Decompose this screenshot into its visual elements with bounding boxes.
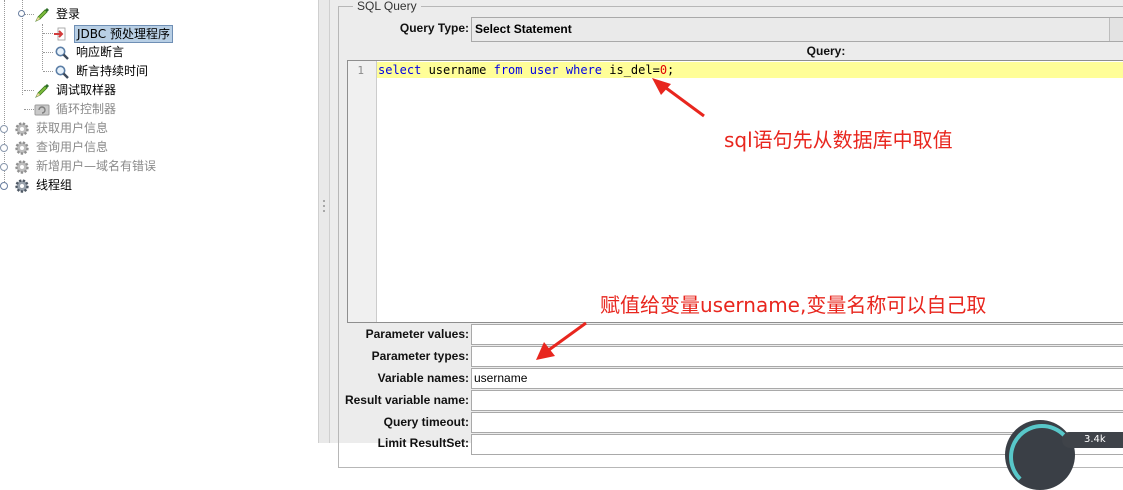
magnifier-icon (55, 46, 69, 60)
pencil-icon (35, 8, 49, 22)
sql-query-group-title: SQL Query (353, 0, 421, 13)
limit-resultset-label: Limit ResultSet: (377, 436, 469, 450)
tree-node-label: 登录 (56, 7, 81, 21)
expand-toggle-icon[interactable] (0, 163, 8, 171)
floating-widget-counter: 3.4k (1062, 432, 1123, 448)
tree-node-thread-group[interactable]: 线程组 (0, 176, 300, 195)
chevron-down-icon[interactable] (1109, 18, 1123, 41)
tree-node-add-user[interactable]: 新增用户—域名有错误 (0, 157, 300, 176)
tree-node-label: 调试取样器 (56, 83, 117, 97)
jdbc-preprocessor-icon (54, 27, 66, 41)
sql-token: user (529, 63, 559, 77)
sql-query-editor[interactable]: 1 select username from user where is_del… (347, 60, 1123, 323)
result-variable-name-input[interactable] (471, 390, 1123, 411)
tree-node-label: 断言持续时间 (76, 64, 149, 78)
parameter-values-input[interactable] (471, 324, 1123, 345)
sql-token: ; (667, 63, 675, 77)
tree-node-login[interactable]: 登录 (0, 5, 300, 24)
parameter-values-label: Parameter values: (365, 327, 469, 341)
splitter-grip (323, 210, 325, 212)
parameter-types-input[interactable] (471, 346, 1123, 367)
tree-node-label: 获取用户信息 (36, 121, 109, 135)
tree-node-loop-controller[interactable]: 循环控制器 (0, 100, 300, 119)
query-type-select[interactable]: Select Statement (471, 17, 1123, 42)
sql-token: username (421, 63, 494, 77)
tree-node-jdbc-preprocessor[interactable]: JDBC 预处理程序 (0, 24, 300, 43)
variable-names-input[interactable]: username (471, 368, 1123, 389)
sql-token: select (378, 63, 422, 77)
gear-icon (15, 141, 29, 155)
query-type-value: Select Statement (475, 22, 572, 36)
tree-node-label: 线程组 (36, 178, 73, 192)
sql-token: is_del= (602, 63, 660, 77)
line-number-gutter: 1 (348, 61, 377, 322)
tree-node-debug-sampler[interactable]: 调试取样器 (0, 81, 300, 100)
tree-node-label: 循环控制器 (56, 102, 117, 116)
gear-icon (15, 179, 29, 193)
parameter-types-label: Parameter types: (371, 349, 469, 363)
tree-node-label: 查询用户信息 (36, 140, 109, 154)
expand-toggle-icon[interactable] (0, 125, 8, 133)
panel-splitter[interactable] (318, 0, 330, 443)
tree-node-get-user-info[interactable]: 获取用户信息 (0, 119, 300, 138)
query-timeout-label: Query timeout: (383, 415, 469, 429)
gear-icon (15, 160, 29, 174)
sql-token: where (565, 63, 603, 77)
variable-names-label: Variable names: (377, 371, 469, 385)
splitter-grip (323, 200, 325, 202)
query-label: Query: (806, 44, 846, 58)
tree-node-label: JDBC 预处理程序 (74, 25, 173, 43)
tree-node-label: 新增用户—域名有错误 (36, 159, 157, 173)
floating-widget-text: 3.4k (1084, 434, 1106, 445)
splitter-grip (323, 205, 325, 207)
sql-code-line[interactable]: select username from user where is_del=0… (378, 63, 674, 77)
test-plan-tree: 登录 JDBC 预处理程序 响应断言 断言持续时间 调试取样器 循环控制器 获取… (0, 0, 318, 443)
tree-node-duration-assertion[interactable]: 断言持续时间 (0, 62, 300, 81)
line-number: 1 (357, 64, 364, 77)
annotation-sql-fetch-note: sql语句先从数据库中取值 (724, 128, 953, 152)
floating-widget[interactable] (1005, 420, 1075, 490)
expand-toggle-icon[interactable] (0, 144, 8, 152)
annotation-variable-note: 赋值给变量username,变量名称可以自己取 (600, 293, 987, 317)
tree-node-label: 响应断言 (76, 45, 125, 59)
sql-token: 0 (659, 63, 668, 77)
magnifier-icon (55, 65, 69, 79)
pencil-icon (35, 84, 49, 98)
tree-node-response-assertion[interactable]: 响应断言 (0, 43, 300, 62)
expand-toggle-icon[interactable] (0, 182, 8, 190)
expand-toggle-icon[interactable] (18, 10, 25, 17)
sql-token: from (493, 63, 523, 77)
gear-icon (15, 122, 29, 136)
query-type-label: Query Type: (399, 21, 469, 35)
loop-controller-icon (34, 104, 50, 116)
tree-node-query-user-info[interactable]: 查询用户信息 (0, 138, 300, 157)
result-variable-name-label: Result variable name: (344, 393, 469, 407)
